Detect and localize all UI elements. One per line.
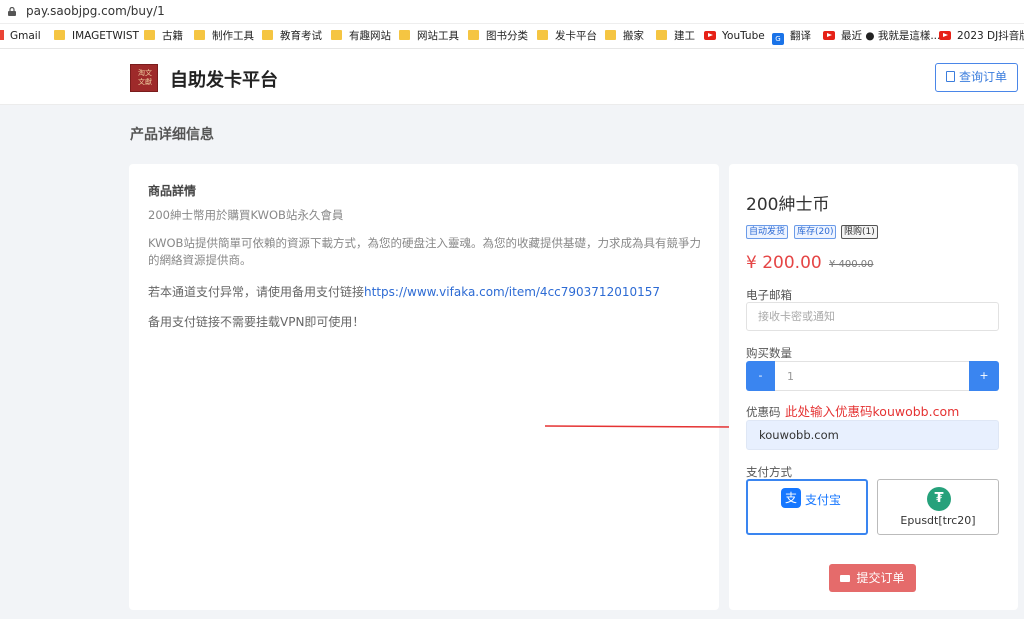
- quantity-label: 购买数量: [746, 346, 792, 360]
- youtube-icon: [823, 31, 835, 40]
- bookmark-recent-video[interactable]: 最近 ● 我就是這樣...: [823, 29, 940, 45]
- purchase-limit-badge: 限购(1): [841, 225, 878, 239]
- translate-icon: G: [772, 33, 784, 45]
- details-heading: 商品詳情: [148, 184, 197, 198]
- auto-delivery-badge: 自动发货: [746, 225, 789, 239]
- alipay-icon: 支: [781, 488, 801, 508]
- coupon-field[interactable]: [746, 420, 999, 450]
- product-name: 200紳士币: [746, 195, 830, 215]
- folder-icon: [399, 30, 410, 40]
- submit-order-button[interactable]: 提交订单: [829, 564, 916, 592]
- quantity-increase-button[interactable]: +: [969, 361, 999, 391]
- site-logo[interactable]: 淘文 文獻: [130, 64, 158, 92]
- details-line: 200紳士幣用於購買KWOB站永久會員: [148, 208, 344, 222]
- bookmark-tools[interactable]: 制作工具: [194, 29, 254, 45]
- payment-option-epusdt[interactable]: ₮ Epusdt[trc20]: [877, 479, 999, 535]
- stock-badge: 库存(20): [794, 225, 837, 239]
- bookmark-youtube[interactable]: YouTube: [704, 29, 765, 45]
- backup-payment-text: 若本通道支付异常，请使用备用支付链接https://www.vifaka.com…: [148, 285, 661, 299]
- folder-icon: [54, 30, 65, 40]
- page-title: 产品详细信息: [130, 127, 214, 143]
- youtube-icon: [939, 31, 951, 40]
- gmail-icon: [0, 30, 4, 40]
- payment-option-label: 支付宝: [805, 493, 842, 507]
- product-details-panel: [129, 164, 719, 610]
- tether-icon: ₮: [927, 487, 951, 511]
- backup-payment-link[interactable]: https://www.vifaka.com/item/4cc790371201…: [364, 285, 660, 299]
- bookmark-guji[interactable]: 古籍: [144, 29, 183, 45]
- site-title[interactable]: 自助发卡平台: [170, 66, 278, 92]
- email-field[interactable]: [746, 302, 999, 331]
- coupon-annotation: 此处输入优惠码kouwobb.com: [785, 404, 960, 419]
- folder-icon: [331, 30, 342, 40]
- quantity-input[interactable]: [775, 361, 969, 391]
- folder-icon: [537, 30, 548, 40]
- bookmark-moving[interactable]: 搬家: [605, 29, 644, 45]
- bookmark-translate[interactable]: G 翻译: [772, 29, 811, 45]
- folder-icon: [656, 30, 667, 40]
- bookmark-dj-douyin[interactable]: 2023 DJ抖音版: [939, 29, 1024, 45]
- product-price: ¥ 200.00: [746, 253, 822, 273]
- youtube-icon: [704, 31, 716, 40]
- quantity-decrease-button[interactable]: -: [746, 361, 775, 391]
- browser-address-bar[interactable]: pay.saobjpg.com/buy/1: [0, 0, 1024, 24]
- folder-icon: [194, 30, 205, 40]
- query-order-button[interactable]: 查询订单: [935, 63, 1018, 92]
- bookmark-construction[interactable]: 建工: [656, 29, 695, 45]
- folder-icon: [262, 30, 273, 40]
- url-text[interactable]: pay.saobjpg.com/buy/1: [26, 4, 165, 18]
- payment-method-label: 支付方式: [746, 465, 792, 479]
- bookmark-card-platform[interactable]: 发卡平台: [537, 29, 597, 45]
- payment-option-label: Epusdt[trc20]: [900, 514, 976, 527]
- folder-icon: [605, 30, 616, 40]
- lock-icon: [8, 7, 16, 16]
- truck-icon: [840, 575, 851, 582]
- details-paragraph: KWOB站提供簡單可依賴的資源下載方式，為您的硬盘注入靈魂。為您的收藏提供基礎，…: [148, 236, 701, 267]
- arrow-annotation-icon: [545, 421, 745, 433]
- bookmark-fun-sites[interactable]: 有趣网站: [331, 29, 391, 45]
- folder-icon: [144, 30, 155, 40]
- original-price: ¥ 400.00: [829, 259, 874, 270]
- bookmark-education[interactable]: 教育考试: [262, 29, 322, 45]
- bookmark-gmail[interactable]: Gmail: [0, 29, 41, 45]
- coupon-label: 优惠码: [746, 405, 781, 419]
- no-vpn-note: 备用支付链接不需要挂载VPN即可使用！: [148, 315, 365, 329]
- document-icon: [945, 71, 955, 82]
- bookmark-book-category[interactable]: 图书分类: [468, 29, 528, 45]
- email-label: 电子邮箱: [746, 288, 792, 302]
- bookmarks-bar: Gmail IMAGETWIST 古籍 制作工具 教育考试 有趣网站 网站工具 …: [0, 24, 1024, 49]
- bookmark-web-tools[interactable]: 网站工具: [399, 29, 459, 45]
- folder-icon: [468, 30, 479, 40]
- bookmark-imagetwist[interactable]: IMAGETWIST: [54, 29, 139, 45]
- payment-option-alipay[interactable]: 支 支付宝: [746, 479, 868, 535]
